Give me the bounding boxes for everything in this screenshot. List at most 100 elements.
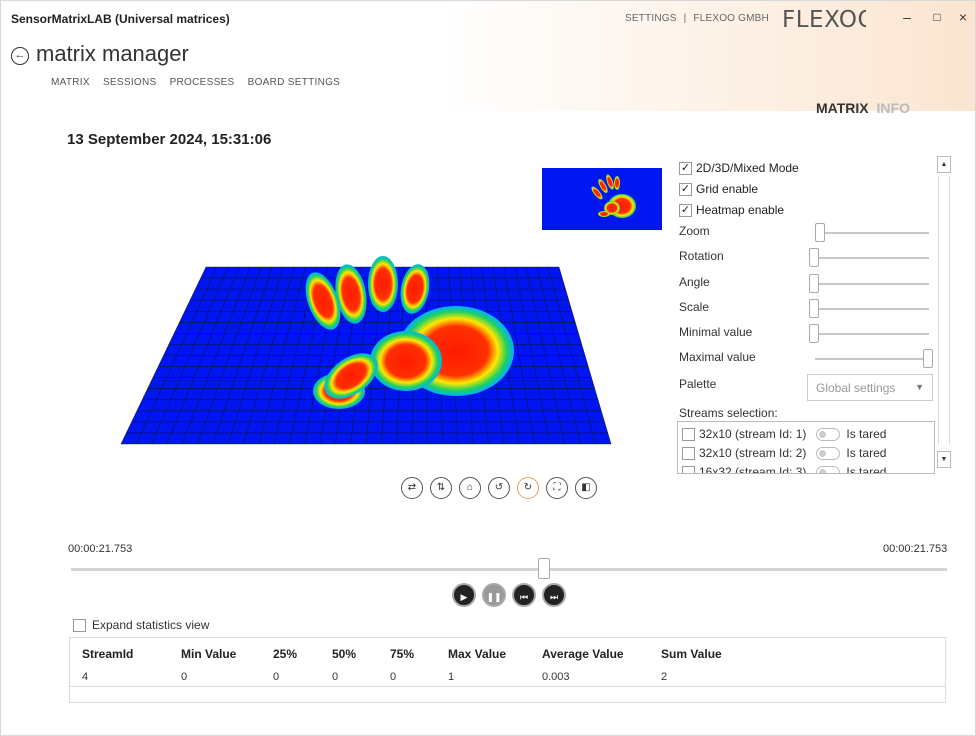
scroll-up-icon[interactable]: ▲ xyxy=(937,156,951,173)
grid-checkbox[interactable]: ✓ xyxy=(679,182,692,196)
title-bar: SensorMatrixLAB (Universal matrices) SET… xyxy=(1,1,975,38)
swap-vertical-icon[interactable]: ⇅ xyxy=(430,477,452,499)
settings-link[interactable]: SETTINGS xyxy=(625,13,677,24)
minimize-button[interactable]: – xyxy=(897,7,917,27)
matrix-3d-view[interactable] xyxy=(111,256,621,456)
nav-item-matrix[interactable]: MATRIX xyxy=(51,77,90,88)
view-settings-panel: ✓ 2D/3D/Mixed Mode ✓ Grid enable ✓ Heatm… xyxy=(677,156,935,474)
pause-button[interactable]: ❚❚ xyxy=(482,583,506,607)
table-cell: 4 xyxy=(82,671,89,683)
grid-checkbox-row[interactable]: ✓ Grid enable xyxy=(679,180,758,198)
tare-toggle[interactable] xyxy=(816,446,841,460)
chevron-down-icon: ▼ xyxy=(915,382,924,392)
table-cell: 0 xyxy=(181,671,188,683)
tab-matrix[interactable]: MATRIX xyxy=(816,100,869,116)
link-separator: | xyxy=(683,13,687,24)
skip-end-button[interactable]: ⏭ xyxy=(542,583,566,607)
view-tabs: MATRIX INFO xyxy=(816,100,910,116)
main-nav: MATRIX SESSIONS PROCESSES BOARD SETTINGS xyxy=(51,77,350,88)
angle-slider-thumb[interactable] xyxy=(809,274,819,293)
minimal-value-slider-thumb[interactable] xyxy=(809,324,819,343)
panel-scrollbar[interactable]: ▲ ▼ xyxy=(937,156,951,474)
mode-checkbox-row[interactable]: ✓ 2D/3D/Mixed Mode xyxy=(679,159,799,177)
tare-toggle[interactable] xyxy=(816,465,841,473)
heatmap-label: Heatmap enable xyxy=(696,203,785,217)
matrix-minimap xyxy=(542,168,662,230)
table-cell: 0.003 xyxy=(542,671,570,683)
scale-label: Scale xyxy=(679,300,710,314)
grid-label: Grid enable xyxy=(696,182,759,196)
timeline-thumb[interactable] xyxy=(538,558,551,579)
tab-info[interactable]: INFO xyxy=(877,100,910,116)
stream-name: 16x32 (stream Id: 3) xyxy=(699,465,807,474)
palette-select[interactable]: Global settings ▼ xyxy=(807,374,933,401)
home-icon[interactable]: ⌂ xyxy=(459,477,481,499)
tare-label: Is tared xyxy=(846,465,887,474)
col-header: StreamId xyxy=(82,647,134,661)
rotate-left-icon[interactable]: ↺ xyxy=(488,477,510,499)
heatmap-checkbox-row[interactable]: ✓ Heatmap enable xyxy=(679,201,784,219)
maximal-value-slider-track[interactable] xyxy=(815,358,929,360)
stream-checkbox[interactable] xyxy=(682,465,695,473)
fullscreen-icon[interactable]: ⛶ xyxy=(546,477,568,499)
nav-item-processes[interactable]: PROCESSES xyxy=(170,77,235,88)
nav-item-board-settings[interactable]: BOARD SETTINGS xyxy=(248,77,341,88)
palette-label: Palette xyxy=(679,377,717,391)
zoom-slider-track[interactable] xyxy=(815,232,929,234)
stream-item[interactable]: 32x10 (stream Id: 1) Is tared xyxy=(682,425,886,443)
close-button[interactable]: × xyxy=(953,7,973,27)
stream-item[interactable]: 16x32 (stream Id: 3) Is tared xyxy=(682,463,887,474)
heatmap-checkbox[interactable]: ✓ xyxy=(679,203,692,217)
stream-name: 32x10 (stream Id: 1) xyxy=(699,427,807,441)
stream-checkbox[interactable] xyxy=(682,427,695,441)
swap-horizontal-icon[interactable]: ⇄ xyxy=(401,477,423,499)
streams-list[interactable]: 32x10 (stream Id: 1) Is tared 32x10 (str… xyxy=(677,421,935,474)
rotate-right-icon[interactable]: ↻ xyxy=(517,477,539,499)
stream-item[interactable]: 32x10 (stream Id: 2) Is tared xyxy=(682,444,886,462)
company-link[interactable]: FLEXOO GMBH xyxy=(693,13,769,24)
palette-value: Global settings xyxy=(816,381,896,395)
app-window: SensorMatrixLAB (Universal matrices) SET… xyxy=(0,0,976,736)
expand-stats-checkbox[interactable] xyxy=(73,618,86,632)
flexoo-logo: FLEXOO xyxy=(782,6,876,38)
nav-item-sessions[interactable]: SESSIONS xyxy=(103,77,157,88)
scale-slider-thumb[interactable] xyxy=(809,299,819,318)
mode-label: 2D/3D/Mixed Mode xyxy=(696,161,799,175)
back-arrow-icon[interactable]: ← xyxy=(11,47,29,65)
col-header: Sum Value xyxy=(661,647,722,661)
angle-label: Angle xyxy=(679,275,710,289)
scroll-down-icon[interactable]: ▼ xyxy=(937,451,951,468)
minimal-value-slider-track[interactable] xyxy=(815,333,929,335)
expand-stats-label: Expand statistics view xyxy=(92,618,210,632)
rotation-slider-track[interactable] xyxy=(815,257,929,259)
maximize-button[interactable]: □ xyxy=(927,7,947,27)
table-cell: 0 xyxy=(390,671,397,683)
stream-checkbox[interactable] xyxy=(682,446,695,460)
col-header: Average Value xyxy=(542,647,624,661)
page-title: matrix manager xyxy=(36,41,189,66)
maximal-value-label: Maximal value xyxy=(679,350,756,364)
zoom-slider-thumb[interactable] xyxy=(814,223,825,242)
flexoo-logo-mark: FLEXOO xyxy=(782,7,876,33)
panel-toggle-icon[interactable]: ◧ xyxy=(575,477,597,499)
app-title: SensorMatrixLAB (Universal matrices) xyxy=(11,12,230,26)
scrollbar-thumb[interactable] xyxy=(938,176,950,445)
maximal-value-slider-thumb[interactable] xyxy=(923,349,933,368)
rotation-slider-thumb[interactable] xyxy=(809,248,819,267)
current-time: 00:00:21.753 xyxy=(68,543,133,555)
table-divider xyxy=(70,686,945,687)
col-header: 25% xyxy=(273,647,298,661)
col-header: 50% xyxy=(332,647,357,661)
timeline-track[interactable] xyxy=(71,568,947,571)
play-button[interactable]: ▶ xyxy=(452,583,476,607)
stream-name: 32x10 (stream Id: 2) xyxy=(699,446,807,460)
scale-slider-track[interactable] xyxy=(815,308,929,310)
tare-toggle[interactable] xyxy=(816,427,841,441)
minimap-heatmap xyxy=(591,174,636,218)
skip-start-button[interactable]: ⏮ xyxy=(512,583,536,607)
angle-slider-track[interactable] xyxy=(815,283,929,285)
logo-text: FLEXOO xyxy=(782,7,866,32)
expand-stats-row[interactable]: Expand statistics view xyxy=(73,618,209,632)
rotation-label: Rotation xyxy=(679,249,724,263)
mode-checkbox[interactable]: ✓ xyxy=(679,161,692,175)
